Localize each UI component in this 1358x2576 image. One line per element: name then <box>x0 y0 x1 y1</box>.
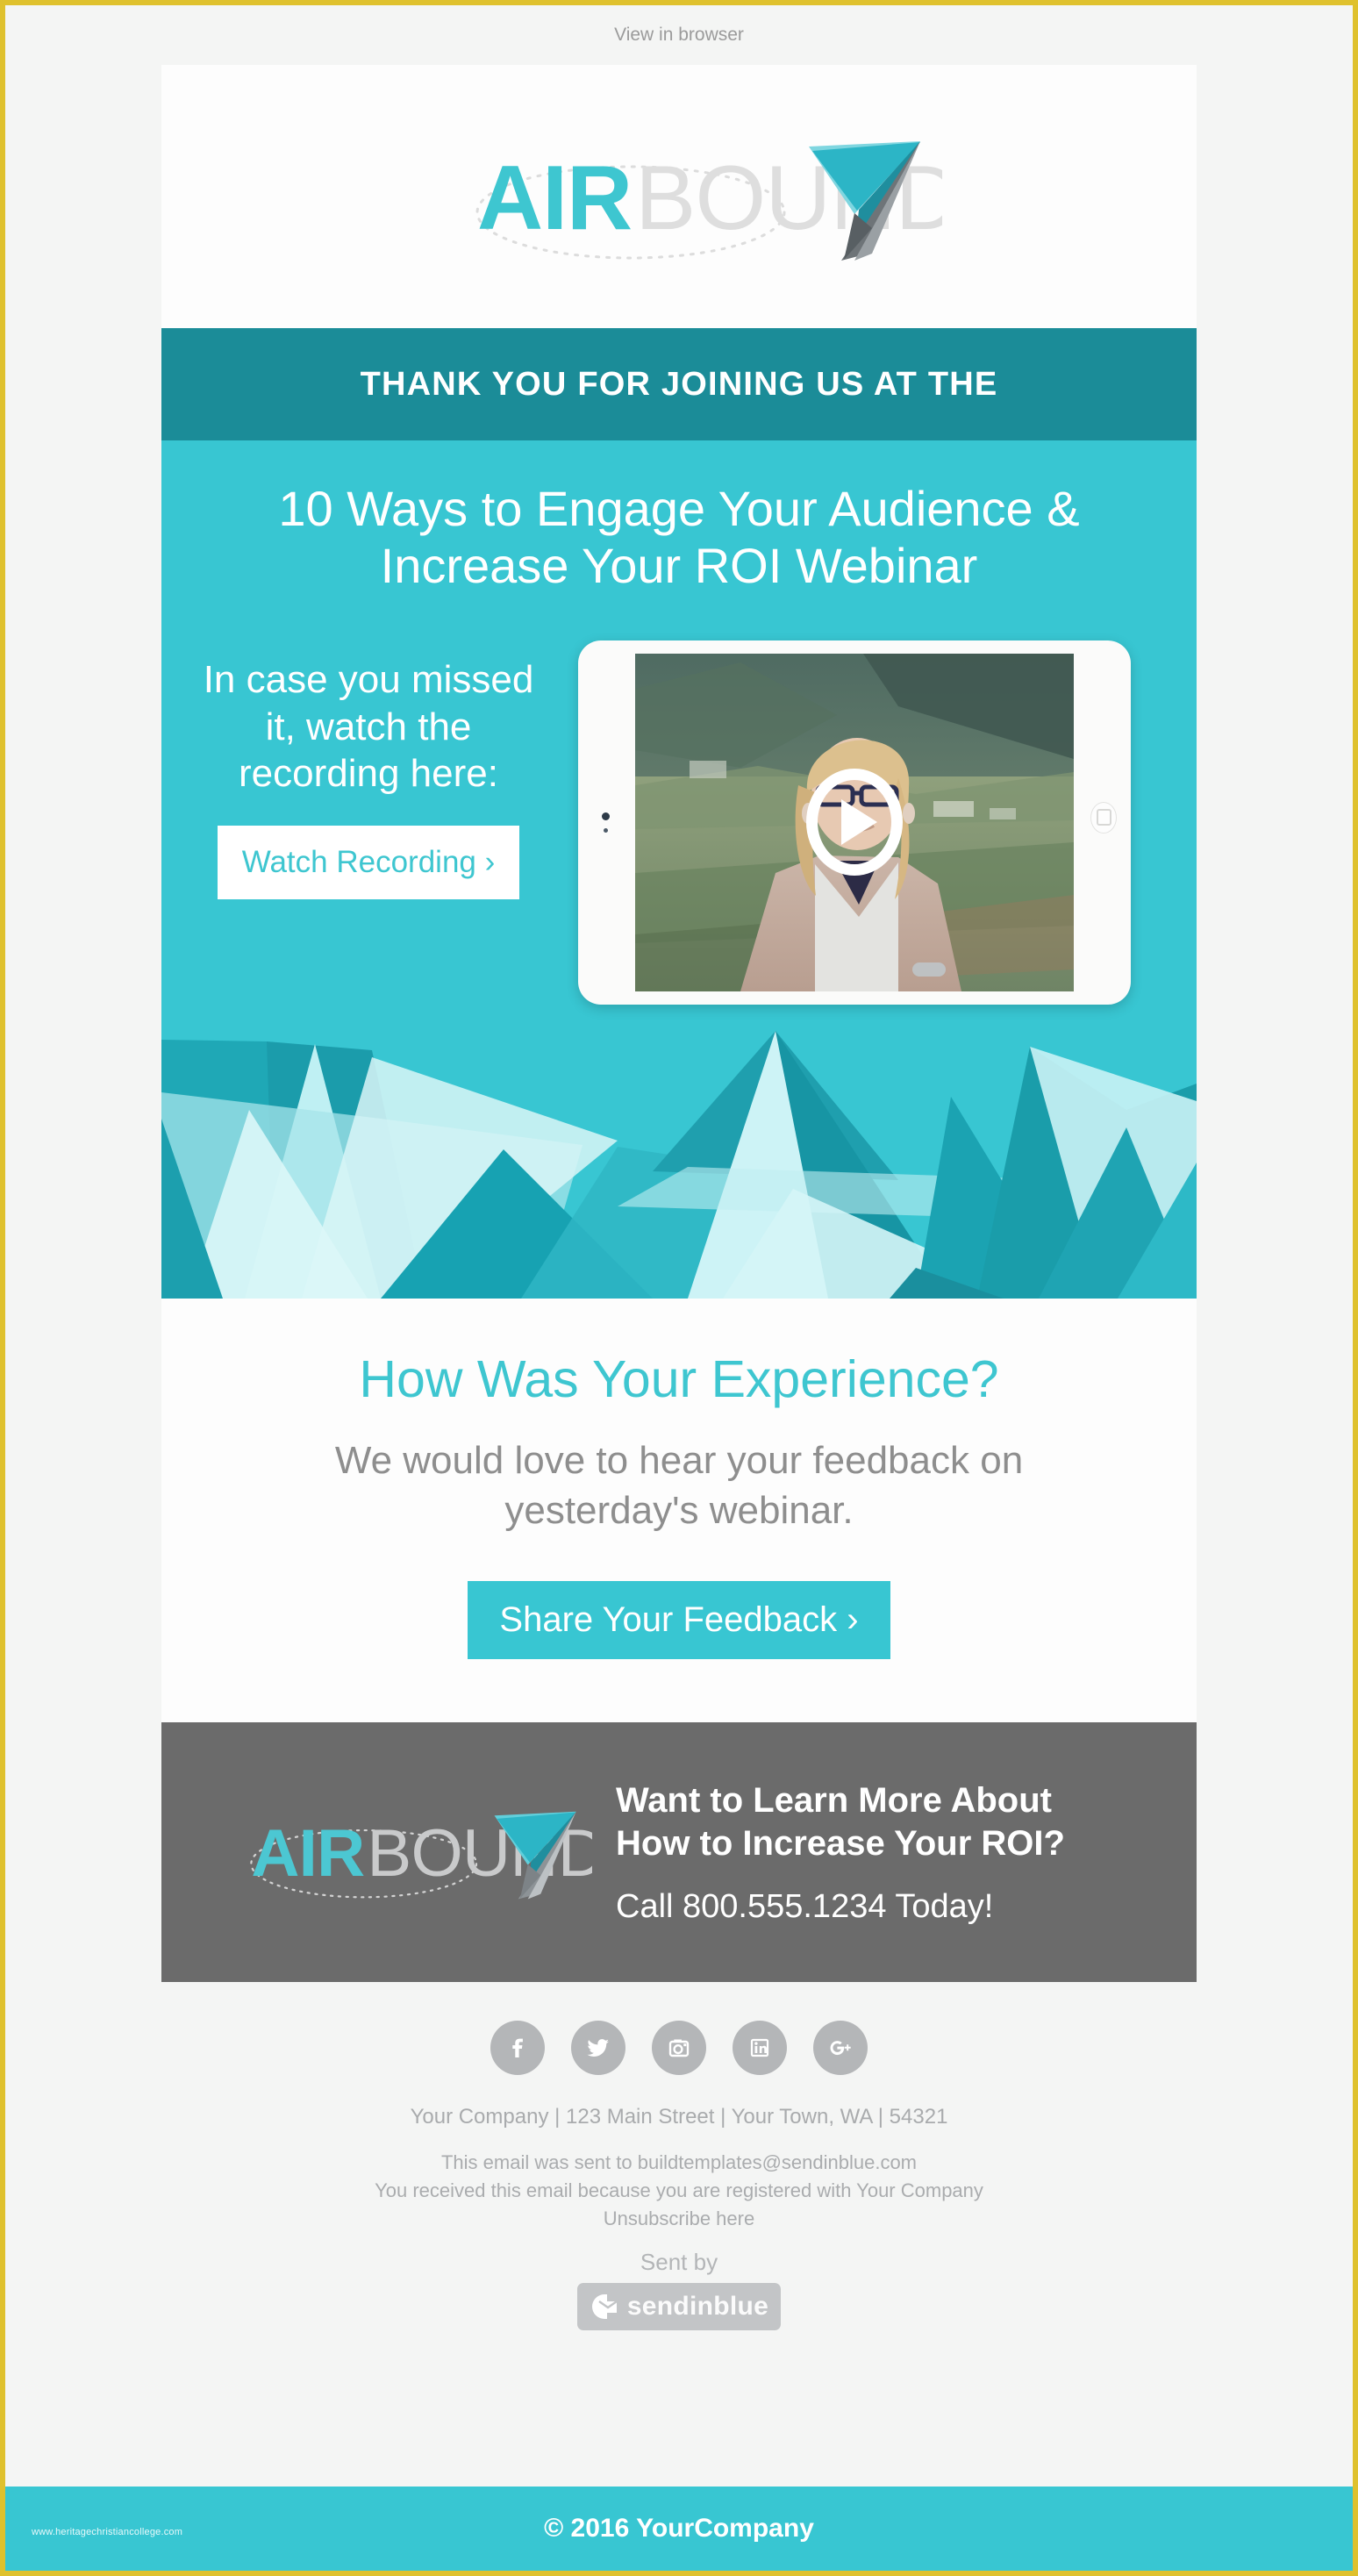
source-watermark: www.heritagechristiancollege.com <box>32 2527 183 2537</box>
airbound-logo-svg: AIR BOUND <box>475 141 942 261</box>
airbound-logo-footer-svg: AIR BOUND <box>250 1812 592 1900</box>
feedback-body: We would love to hear your feedback on y… <box>334 1438 1024 1533</box>
registered-line: You received this email because you are … <box>375 2179 983 2202</box>
hero-left-column: In case you missed it, watch the recordi… <box>193 640 544 899</box>
facebook-icon[interactable] <box>490 2021 545 2076</box>
tablet-sensor-icon <box>604 827 608 833</box>
eyebrow-bar: THANK YOU FOR JOINING US AT THE <box>161 328 1197 440</box>
share-feedback-button[interactable]: Share Your Feedback › <box>468 1581 890 1660</box>
hero-body: In case you missed it, watch the recordi… <box>161 595 1197 1005</box>
feedback-section: How Was Your Experience? We would love t… <box>161 1298 1197 1723</box>
learn-more-line1: Want to Learn More About <box>616 1780 1052 1820</box>
copyright-text: © 2016 YourCompany <box>544 2514 814 2543</box>
sent-by-label: Sent by <box>640 2248 718 2275</box>
learn-more-cta-section: AIR BOUND Want to Learn More About How t… <box>161 1722 1197 1983</box>
sendinblue-badge[interactable]: sendinblue <box>577 2282 781 2330</box>
airbound-logo: AIR BOUND <box>416 122 942 271</box>
email-footer: Your Company | 123 Main Street | Your To… <box>161 2105 1197 2351</box>
learn-more-line2: How to Increase Your ROI? <box>616 1823 1065 1863</box>
learn-more-copy: Want to Learn More About How to Increase… <box>605 1779 1165 1926</box>
copyright-bar: © 2016 YourCompany <box>5 2487 1353 2571</box>
tablet-wrapper <box>544 640 1165 1005</box>
sent-to-line: This email was sent to buildtemplates@se… <box>440 2151 918 2174</box>
legal-block: This email was sent to buildtemplates@se… <box>161 2149 1197 2233</box>
instagram-icon[interactable] <box>652 2021 706 2076</box>
play-icon[interactable] <box>806 769 903 877</box>
sendinblue-name: sendinblue <box>626 2291 769 2321</box>
feedback-title: How Was Your Experience? <box>359 1349 999 1408</box>
linkedin-icon[interactable] <box>733 2021 787 2076</box>
view-in-browser-link[interactable]: View in browser <box>614 25 744 46</box>
email-body: AIR BOUND THANK YOU FOR JOINING US AT TH… <box>161 65 1197 2351</box>
googleplus-icon[interactable] <box>813 2021 868 2076</box>
eyebrow-text: THANK YOU FOR JOINING US AT THE <box>360 365 998 403</box>
svg-text:AIR: AIR <box>477 147 632 249</box>
preheader: View in browser <box>5 5 1353 65</box>
hero-headline: 10 Ways to Engage Your Audience & Increa… <box>278 481 1080 593</box>
twitter-icon[interactable] <box>571 2021 625 2076</box>
airbound-logo-footer: AIR BOUND <box>193 1782 605 1922</box>
hero-section: 10 Ways to Engage Your Audience & Increa… <box>161 440 1197 1299</box>
email-preview-viewport: View in browser AIR BOUND THANK YOU FOR … <box>5 5 1353 2571</box>
company-address: Your Company | 123 Main Street | Your To… <box>410 2105 948 2129</box>
phone-cta-text: Call 800.555.1234 Today! <box>616 1887 994 1925</box>
polygon-mountain-graphic <box>161 1004 1197 1299</box>
watch-recording-button[interactable]: Watch Recording › <box>217 825 520 899</box>
tablet-camera-icon <box>602 812 610 820</box>
sendinblue-envelope-icon <box>591 2293 618 2319</box>
video-thumbnail[interactable] <box>635 653 1074 991</box>
email-header: AIR BOUND <box>161 65 1197 328</box>
unsubscribe-link[interactable]: Unsubscribe here <box>604 2207 754 2229</box>
svg-text:AIR: AIR <box>251 1816 364 1891</box>
tablet-home-button <box>1090 801 1117 834</box>
hero-lead-text: In case you missed it, watch the recordi… <box>203 657 534 796</box>
tablet-device <box>578 640 1131 1005</box>
social-links-row <box>161 1982 1197 2106</box>
